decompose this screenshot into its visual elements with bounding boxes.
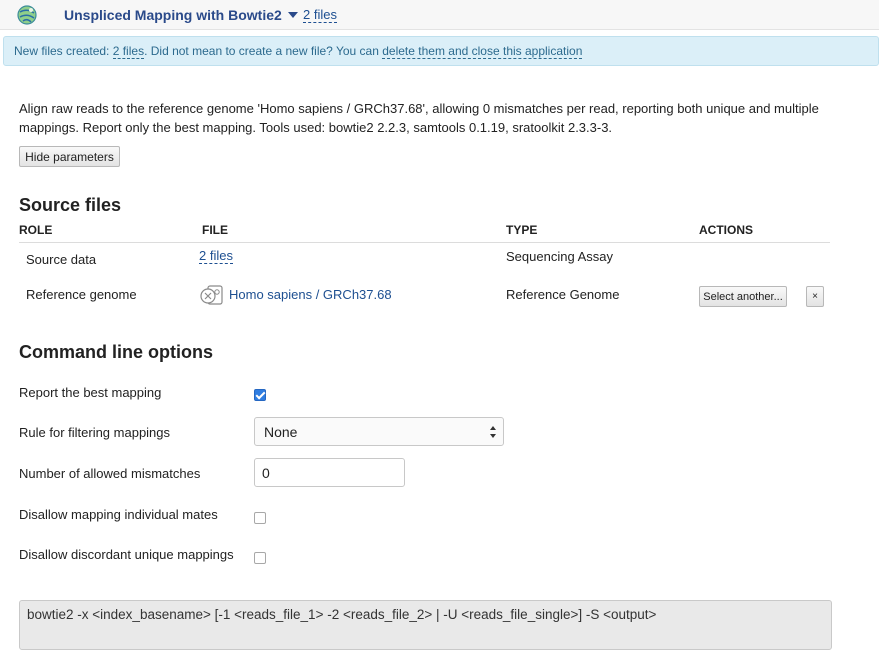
app-description: Align raw reads to the reference genome … [19, 101, 819, 135]
row-source-data-files-link[interactable]: 2 files [199, 249, 233, 264]
table-header-divider [19, 242, 830, 243]
row-source-data-type: Sequencing Assay [506, 249, 613, 264]
column-header-type: TYPE [506, 223, 538, 237]
notice-files-link[interactable]: 2 files [112, 44, 145, 59]
files-created-notice: New files created: 2 files. Did not mean… [3, 36, 879, 66]
reference-genome-icon [200, 285, 223, 305]
reference-genome-link[interactable]: Homo sapiens / GRCh37.68 [229, 287, 392, 302]
row-reference-genome-role: Reference genome [26, 287, 137, 302]
notice-middle: . Did not mean to create a new file? You… [144, 44, 383, 58]
column-header-actions: ACTIONS [699, 223, 753, 237]
app-logo-icon[interactable] [16, 4, 38, 26]
disallow-individual-mates-label: Disallow mapping individual mates [19, 507, 218, 522]
filtering-rule-label: Rule for filtering mappings [19, 425, 171, 440]
allowed-mismatches-input[interactable] [254, 458, 405, 487]
top-bar: Unspliced Mapping with Bowtie2 2 files [0, 0, 879, 30]
notice-prefix: New files created: [14, 44, 113, 58]
command-line-options-heading: Command line options [19, 342, 214, 362]
disallow-individual-mates-checkbox[interactable] [254, 512, 266, 524]
remove-reference-button[interactable]: × [806, 286, 824, 307]
report-best-mapping-label: Report the best mapping [19, 385, 162, 400]
hide-parameters-button[interactable]: Hide parameters [19, 146, 120, 167]
column-header-file: FILE [202, 223, 228, 237]
delete-and-close-link[interactable]: delete them and close this application [382, 44, 583, 59]
select-arrows-icon [490, 426, 496, 438]
source-files-heading: Source files [19, 195, 122, 215]
filtering-rule-select[interactable]: None [254, 417, 504, 446]
filtering-rule-value: None [264, 424, 298, 440]
command-preview: bowtie2 -x <index_basename> [-1 <reads_f… [19, 600, 832, 650]
app-title-dropdown[interactable]: Unspliced Mapping with Bowtie2 [64, 7, 298, 23]
app-title-text: Unspliced Mapping with Bowtie2 [64, 7, 282, 23]
column-header-role: ROLE [19, 223, 53, 237]
row-reference-genome-type: Reference Genome [506, 287, 620, 302]
header-files-link[interactable]: 2 files [303, 8, 337, 23]
disallow-discordant-checkbox[interactable] [254, 552, 266, 564]
allowed-mismatches-label: Number of allowed mismatches [19, 466, 201, 481]
select-another-button[interactable]: Select another... [699, 286, 787, 307]
row-source-data-role: Source data [26, 252, 97, 267]
report-best-mapping-checkbox[interactable] [254, 389, 266, 401]
disallow-discordant-label: Disallow discordant unique mappings [19, 547, 234, 562]
chevron-down-icon [287, 12, 298, 18]
